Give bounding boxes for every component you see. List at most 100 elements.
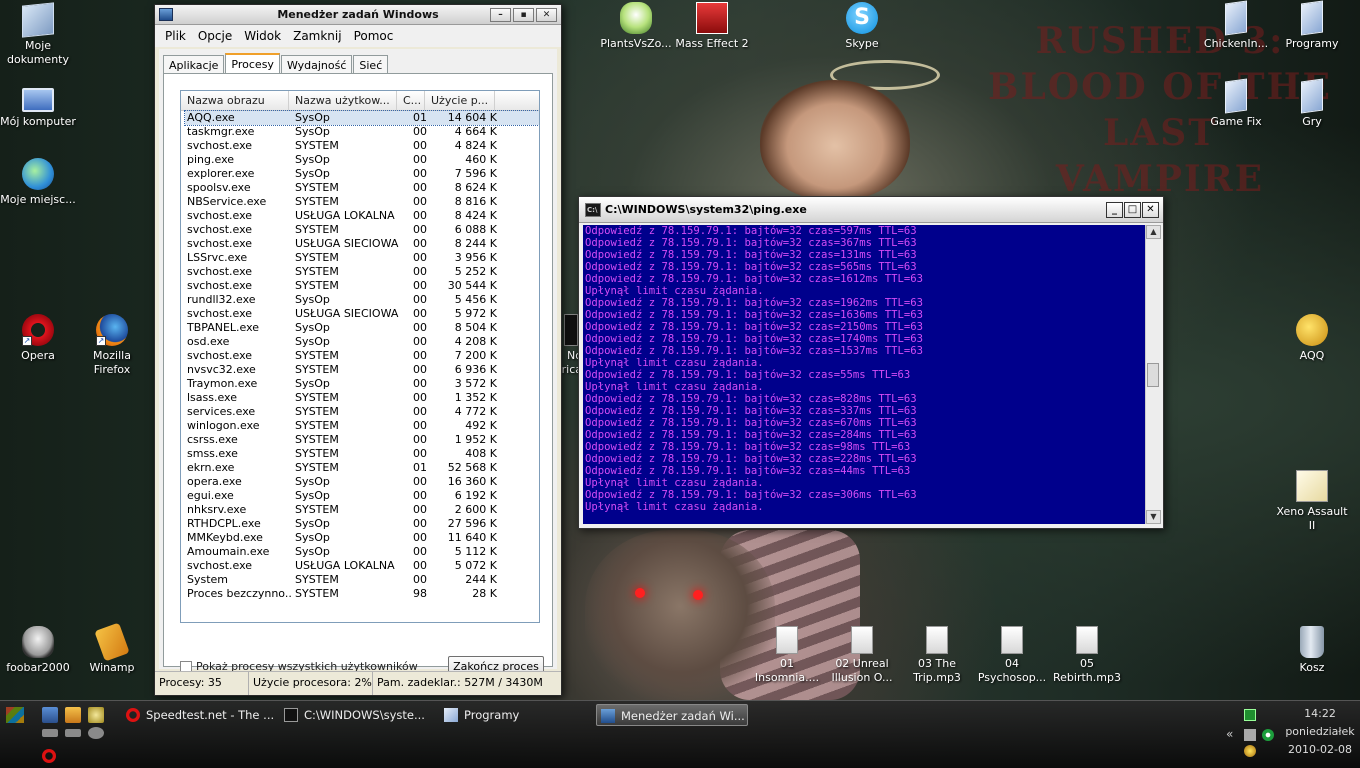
show-desktop-icon[interactable]	[42, 707, 58, 723]
console-maximize-button[interactable]: □	[1124, 202, 1141, 218]
minimize-button[interactable]: –	[490, 8, 511, 22]
process-row[interactable]: services.exe SYSTEM 00 4 772 K	[185, 405, 539, 419]
desktop-file-audio-05[interactable]: 05 Rebirth.mp3	[1049, 626, 1125, 685]
process-row[interactable]: spoolsv.exe SYSTEM 00 8 624 K	[185, 181, 539, 195]
search-quicklaunch-icon[interactable]	[88, 707, 104, 723]
console-window[interactable]: C:\ C:\WINDOWS\system32\ping.exe _ □ ✕ O…	[578, 196, 1164, 529]
column-memory[interactable]: Użycie p...	[425, 91, 495, 110]
quicklaunch-icon-4[interactable]	[88, 727, 104, 739]
process-row[interactable]: csrss.exe SYSTEM 00 1 952 K	[185, 433, 539, 447]
process-row[interactable]: svchost.exe USŁUGA SIECIOWA 00 8 244 K	[185, 237, 539, 251]
process-row[interactable]: Proces bezczynno... SYSTEM 98 28 K	[185, 587, 539, 601]
desktop-icon-aqq[interactable]: AQQ	[1274, 314, 1350, 363]
tab-applications[interactable]: Aplikacje	[163, 55, 225, 75]
tray-display-icon[interactable]	[1244, 729, 1256, 741]
console-close-button[interactable]: ✕	[1142, 202, 1159, 218]
tray-expand-chevron-icon[interactable]: «	[1226, 727, 1233, 741]
process-row[interactable]: TBPANEL.exe SysOp 00 8 504 K	[185, 321, 539, 335]
process-row[interactable]: ekrn.exe SYSTEM 01 52 568 K	[185, 461, 539, 475]
desktop-icon-xeno-assault[interactable]: Xeno Assault II	[1274, 470, 1350, 533]
menu-view[interactable]: Widok	[238, 29, 287, 43]
process-row[interactable]: Traymon.exe SysOp 00 3 572 K	[185, 377, 539, 391]
opera-quicklaunch-icon[interactable]	[42, 749, 56, 763]
tab-performance[interactable]: Wydajność	[280, 55, 353, 75]
process-row[interactable]: svchost.exe SYSTEM 00 4 824 K	[185, 139, 539, 153]
desktop-icon-winamp[interactable]: Winamp	[74, 622, 150, 675]
process-row[interactable]: System SYSTEM 00 244 K	[185, 573, 539, 587]
desktop-file-audio-04[interactable]: 04 Psychosop...	[974, 626, 1050, 685]
process-row[interactable]: winlogon.exe SYSTEM 00 492 K	[185, 419, 539, 433]
desktop-icon-plants-vs-zombies[interactable]: PlantsVsZo...	[598, 2, 674, 51]
desktop-icon-my-documents[interactable]: Moje dokumenty	[0, 2, 76, 67]
desktop-icon-firefox[interactable]: ↗ Mozilla Firefox	[74, 314, 150, 377]
column-image-name[interactable]: Nazwa obrazu	[181, 91, 289, 110]
desktop-file-audio-02[interactable]: 02 Unreal Illusion O...	[824, 626, 900, 685]
process-row[interactable]: nvsvc32.exe SYSTEM 00 6 936 K	[185, 363, 539, 377]
process-row[interactable]: svchost.exe USŁUGA LOKALNA 00 5 072 K	[185, 559, 539, 573]
process-row[interactable]: egui.exe SysOp 00 6 192 K	[185, 489, 539, 503]
tray-network-icon[interactable]	[1244, 709, 1256, 721]
desktop-file-audio-03[interactable]: 03 The Trip.mp3	[899, 626, 975, 685]
desktop-icon-chickeninvaders[interactable]: ChickenIn...	[1198, 0, 1274, 51]
media-player-icon[interactable]	[65, 707, 81, 723]
process-row[interactable]: explorer.exe SysOp 00 7 596 K	[185, 167, 539, 181]
process-row[interactable]: MMKeybd.exe SysOp 00 11 640 K	[185, 531, 539, 545]
tray-aqq-icon[interactable]	[1244, 745, 1256, 757]
process-row[interactable]: smss.exe SYSTEM 00 408 K	[185, 447, 539, 461]
tab-network[interactable]: Sieć	[353, 55, 389, 75]
desktop-icon-foobar2000[interactable]: foobar2000	[0, 626, 76, 675]
scroll-up-arrow-icon[interactable]: ▲	[1146, 225, 1161, 239]
process-row[interactable]: Amoumain.exe SysOp 00 5 112 K	[185, 545, 539, 559]
process-row[interactable]: svchost.exe SYSTEM 00 7 200 K	[185, 349, 539, 363]
desktop-icon-recycle-bin[interactable]: Kosz	[1274, 626, 1350, 675]
quicklaunch-icon-2[interactable]	[42, 729, 58, 737]
taskbar-button-programy[interactable]: Programy	[440, 704, 580, 726]
task-manager-titlebar[interactable]: Menedżer zadań Windows – ▪ ✕	[155, 5, 561, 25]
process-row[interactable]: svchost.exe USŁUGA LOKALNA 00 8 424 K	[185, 209, 539, 223]
clock[interactable]: 14:22 poniedziałek 2010-02-08	[1280, 705, 1360, 759]
column-user-name[interactable]: Nazwa użytkow...	[289, 91, 397, 110]
process-row[interactable]: rundll32.exe SysOp 00 5 456 K	[185, 293, 539, 307]
desktop-icon-my-computer[interactable]: Mój komputer	[0, 84, 76, 129]
console-titlebar[interactable]: C:\ C:\WINDOWS\system32\ping.exe _ □ ✕	[579, 197, 1163, 223]
process-row[interactable]: svchost.exe SYSTEM 00 30 544 K	[185, 279, 539, 293]
console-output[interactable]: Odpowiedź z 78.159.79.1: bajtów=32 czas=…	[583, 225, 1145, 524]
desktop-icon-game-fix[interactable]: Game Fix	[1198, 78, 1274, 129]
desktop-icon-network-places[interactable]: Moje miejsc...	[0, 158, 76, 207]
tab-processes[interactable]: Procesy	[225, 53, 280, 75]
taskbar-button-console[interactable]: C:\WINDOWS\syste...	[280, 704, 432, 726]
tray-antivirus-icon[interactable]	[1262, 729, 1274, 741]
process-row[interactable]: svchost.exe SYSTEM 00 5 252 K	[185, 265, 539, 279]
desktop-icon-programy[interactable]: Programy	[1274, 0, 1350, 51]
process-row[interactable]: osd.exe SysOp 00 4 208 K	[185, 335, 539, 349]
process-row[interactable]: NBService.exe SYSTEM 00 8 816 K	[185, 195, 539, 209]
process-row[interactable]: RTHDCPL.exe SysOp 00 27 596 K	[185, 517, 539, 531]
close-button[interactable]: ✕	[536, 8, 557, 22]
console-minimize-button[interactable]: _	[1106, 202, 1123, 218]
desktop-icon-opera[interactable]: ↗ Opera	[0, 314, 76, 363]
taskbar-button-task-manager[interactable]: Menedżer zadań Wi...	[596, 704, 748, 726]
process-row[interactable]: svchost.exe SYSTEM 00 6 088 K	[185, 223, 539, 237]
scroll-thumb[interactable]	[1147, 363, 1159, 387]
process-row[interactable]: svchost.exe USŁUGA SIECIOWA 00 5 972 K	[185, 307, 539, 321]
menu-file[interactable]: Plik	[159, 29, 192, 43]
process-row[interactable]: taskmgr.exe SysOp 00 4 664 K	[185, 125, 539, 139]
taskbar-button-speedtest[interactable]: Speedtest.net - The ...	[122, 704, 274, 726]
desktop-file-audio-01[interactable]: 01 Insomnia....	[749, 626, 825, 685]
desktop-icon-mass-effect-2[interactable]: Mass Effect 2	[674, 2, 750, 51]
process-row[interactable]: opera.exe SysOp 00 16 360 K	[185, 475, 539, 489]
process-list[interactable]: Nazwa obrazu Nazwa użytkow... C... Użyci…	[180, 90, 540, 623]
console-scrollbar[interactable]: ▲ ▼	[1145, 225, 1161, 524]
desktop-icon-gry[interactable]: Gry	[1274, 78, 1350, 129]
start-button[interactable]	[6, 707, 24, 723]
task-manager-window[interactable]: Menedżer zadań Windows – ▪ ✕ Plik Opcje …	[154, 4, 562, 696]
process-row[interactable]: AQQ.exe SysOp 01 14 604 K	[184, 110, 539, 126]
maximize-button[interactable]: ▪	[513, 8, 534, 22]
process-row[interactable]: LSSrvc.exe SYSTEM 00 3 956 K	[185, 251, 539, 265]
quicklaunch-icon-3[interactable]	[65, 729, 81, 737]
column-cpu[interactable]: C...	[397, 91, 425, 110]
scroll-down-arrow-icon[interactable]: ▼	[1146, 510, 1161, 524]
process-row[interactable]: lsass.exe SYSTEM 00 1 352 K	[185, 391, 539, 405]
desktop-icon-skype[interactable]: S Skype	[824, 2, 900, 51]
menu-options[interactable]: Opcje	[192, 29, 238, 43]
